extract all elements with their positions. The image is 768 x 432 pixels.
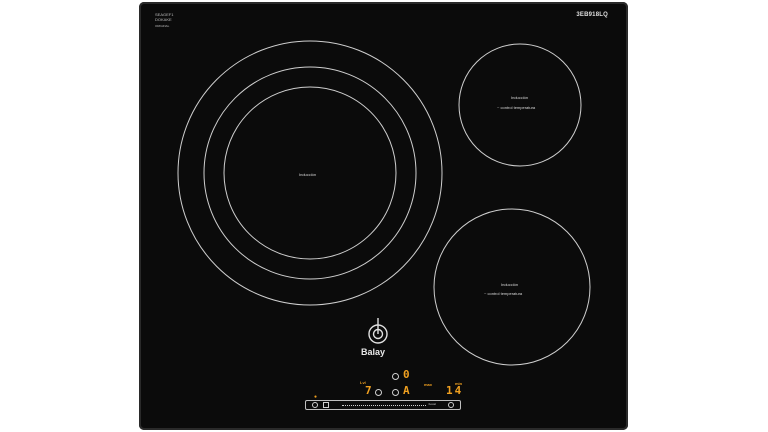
zone-bottom-right-label: Inducción [501,282,519,287]
power-level-slider[interactable] [342,405,426,406]
zone-bottom-right-sublabel: ~ control temperatura [484,291,523,296]
zone-large-label: Inducción [299,172,317,177]
thermometer-icon: ~ [497,105,500,110]
zone-top-right-sublabel: ~ control temperatura [497,105,536,110]
boost-button[interactable]: boost [429,402,436,406]
zone-select-top-button[interactable] [392,373,399,380]
timer-button[interactable] [448,402,454,408]
induction-hob: 3EB918LQ SEAGEF1 DOKAKE ORIGINAL Inducci… [139,2,628,430]
power-button[interactable] [312,402,318,408]
brand-name: Balay [361,347,386,357]
zone-select-left-button[interactable] [375,389,382,396]
display-mid: A [403,384,410,397]
balay-logo-icon [368,318,388,344]
display-mid-label: max [424,382,433,387]
model-number: 3EB918LQ [576,12,608,18]
hob-surface [177,40,591,366]
certification-label: SEAGEF1 DOKAKE ORIGINAL [155,12,174,28]
control-slider-panel[interactable]: boost [305,400,461,410]
cooking-zone-bottom-right[interactable] [433,208,591,366]
zone-select-mid-button[interactable] [392,389,399,396]
lock-button[interactable] [323,402,329,408]
display-top: 0 [403,368,410,381]
zone-top-right-label: Inducción [511,95,529,100]
thermometer-icon: ~ [484,291,487,296]
display-left: 7 [365,384,372,397]
display-right: 14 [446,384,464,397]
